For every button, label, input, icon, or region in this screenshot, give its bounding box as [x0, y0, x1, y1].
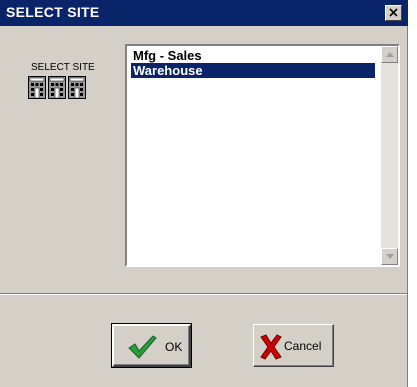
red-x-icon [260, 334, 282, 360]
site-list: Mfg - Sales Warehouse [127, 46, 379, 265]
scroll-up-arrow-icon [386, 52, 394, 57]
separator-highlight [0, 294, 407, 295]
close-button[interactable] [385, 5, 402, 21]
checkmark-icon [128, 335, 157, 359]
ok-button[interactable]: OK [111, 323, 192, 368]
scroll-down-button[interactable] [381, 248, 398, 265]
close-icon [389, 8, 398, 17]
vertical-scrollbar[interactable] [381, 46, 398, 265]
cancel-label: Cancel [284, 339, 322, 353]
select-site-dialog: SELECT SITE SELECT SITE Mfg - Sales Ware… [0, 0, 408, 387]
scroll-down-arrow-icon [386, 254, 394, 259]
list-item-warehouse[interactable]: Warehouse [131, 63, 375, 78]
site-listbox[interactable]: Mfg - Sales Warehouse [125, 44, 400, 267]
buildings-icon [28, 76, 86, 105]
scroll-up-button[interactable] [381, 46, 398, 63]
ok-label: OK [165, 340, 183, 354]
site-caption: SELECT SITE [31, 62, 95, 73]
title-bar[interactable]: SELECT SITE [0, 0, 408, 26]
window-title: SELECT SITE [6, 4, 100, 20]
cancel-button[interactable]: Cancel [253, 324, 334, 367]
list-item-mfg-sales[interactable]: Mfg - Sales [131, 48, 375, 63]
